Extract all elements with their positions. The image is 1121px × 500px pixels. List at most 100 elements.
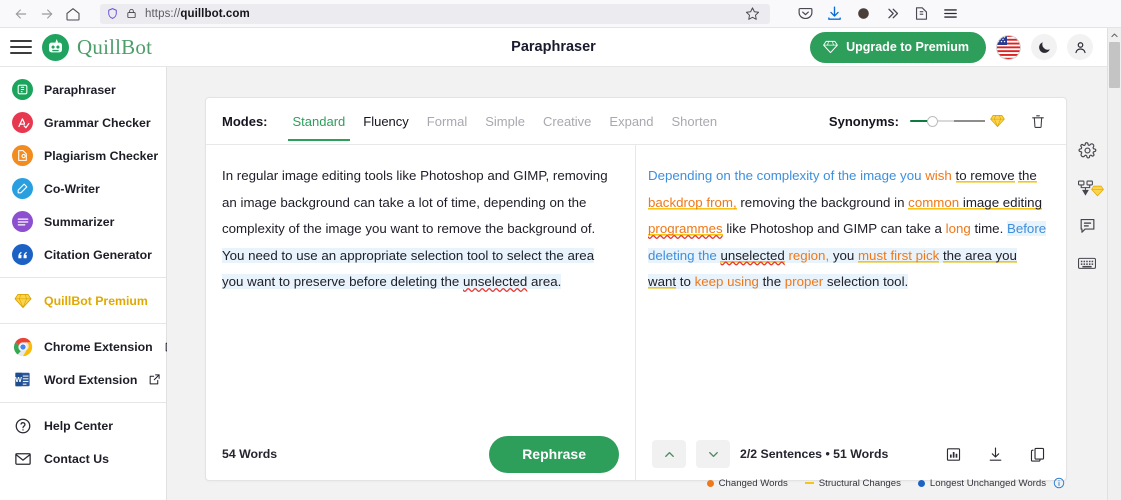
- text-segment: image editing: [962, 194, 1042, 210]
- input-footer: 54 Words Rephrase: [206, 428, 635, 480]
- legend-item: Changed Words: [706, 478, 788, 489]
- sidebar-item-plagiarism-checker[interactable]: Plagiarism Checker: [0, 139, 166, 172]
- legend: Changed Words Structural Changes Longest U…: [706, 477, 1065, 489]
- trash-icon[interactable]: [1030, 113, 1046, 130]
- synonyms-control: Synonyms:: [829, 113, 1050, 130]
- sidebar-toggle-icon[interactable]: [10, 40, 32, 54]
- account-circle-icon[interactable]: [854, 5, 872, 23]
- text-segment: to: [676, 274, 695, 289]
- upgrade-to-premium-button[interactable]: Upgrade to Premium: [810, 31, 986, 63]
- external-link-icon: [148, 373, 161, 386]
- sidebar-item-grammar-checker[interactable]: Grammar Checker: [0, 106, 166, 139]
- mode-tab-creative[interactable]: Creative: [534, 101, 600, 141]
- text-segment: keep using: [694, 274, 759, 289]
- copy-icon[interactable]: [1029, 446, 1046, 463]
- keyboard-icon[interactable]: [1077, 254, 1097, 272]
- page-scrollbar[interactable]: [1107, 28, 1121, 500]
- rephrase-button[interactable]: Rephrase: [489, 435, 619, 473]
- sidebar-item-label: Grammar Checker: [44, 115, 151, 130]
- chrome-icon: [12, 336, 33, 357]
- app-header: QuillBot Paraphraser Upgrade to Premium: [0, 28, 1107, 67]
- output-footer: 2/2 Sentences • 51 Words: [636, 428, 1066, 480]
- url-text: https://quillbot.com: [145, 7, 250, 20]
- pocket-icon[interactable]: [796, 5, 814, 23]
- person-icon[interactable]: [1067, 34, 1093, 60]
- flowchart-icon[interactable]: [1077, 179, 1104, 197]
- sidebar-item-quillbot-premium[interactable]: QuillBot Premium: [0, 284, 166, 317]
- scroll-up-arrow-icon[interactable]: [1110, 28, 1119, 42]
- text-segment: long: [945, 221, 971, 236]
- input-word-count: 54 Words: [222, 447, 278, 461]
- comment-icon[interactable]: [1078, 216, 1097, 235]
- legend-item: Structural Changes: [804, 478, 901, 489]
- next-sentence-button[interactable]: [696, 440, 730, 468]
- mode-tab-formal[interactable]: Formal: [418, 101, 476, 141]
- quillbot-robot-icon: [42, 33, 69, 61]
- mode-tab-simple[interactable]: Simple: [476, 101, 534, 141]
- chevron-double-right-icon[interactable]: [883, 5, 901, 23]
- legend-marker: [804, 481, 814, 485]
- bar-chart-icon[interactable]: [945, 446, 962, 463]
- home-icon[interactable]: [60, 3, 86, 25]
- gear-icon[interactable]: [1078, 141, 1097, 160]
- browser-toolbar: https://quillbot.com: [0, 0, 1121, 28]
- synonyms-slider[interactable]: [910, 114, 985, 128]
- back-arrow-icon[interactable]: [8, 3, 34, 25]
- mode-tab-expand[interactable]: Expand: [600, 101, 662, 141]
- hamburger-menu-icon[interactable]: [941, 5, 959, 23]
- previous-sentence-button[interactable]: [652, 440, 686, 468]
- word-icon: W: [12, 369, 33, 390]
- modes-toolbar: Modes: Standard Fluency Formal Simple Creati…: [206, 98, 1066, 145]
- text-segment: you: [829, 247, 858, 263]
- mode-tab-shorten[interactable]: Shorten: [663, 101, 727, 141]
- output-actions: [945, 446, 1050, 463]
- download-icon[interactable]: [825, 5, 843, 23]
- extensions-icon[interactable]: [912, 5, 930, 23]
- text-segment: to remove: [955, 168, 1015, 183]
- sidebar-item-label: Word Extension: [44, 372, 138, 387]
- address-bar[interactable]: https://quillbot.com: [100, 3, 770, 25]
- sidebar-item-contact-us[interactable]: Contact Us: [0, 442, 166, 475]
- legend-marker: [706, 479, 714, 487]
- sidebar-item-label: Paraphraser: [44, 82, 116, 97]
- sidebar-item-paraphraser[interactable]: Paraphraser: [0, 73, 166, 106]
- legend-marker: [917, 479, 925, 487]
- sidebar-item-summarizer[interactable]: Summarizer: [0, 205, 166, 238]
- diamond-icon: [823, 40, 838, 54]
- forward-arrow-icon[interactable]: [34, 3, 60, 25]
- text-segment: Depending on the complexity of the image…: [648, 168, 926, 183]
- sidebar-item-co-writer[interactable]: Co-Writer: [0, 172, 166, 205]
- info-circle-icon[interactable]: [1053, 477, 1065, 489]
- plagiarism-checker-icon: [12, 145, 33, 166]
- browser-toolbar-actions: [796, 5, 965, 23]
- sidebar-group: Chrome Extension W Word Extension: [0, 323, 176, 402]
- scrollbar-thumb[interactable]: [1109, 42, 1120, 88]
- sidebar-item-label: Contact Us: [44, 451, 109, 466]
- help-circle-icon: [12, 415, 33, 436]
- sidebar-item-citation-generator[interactable]: Citation Generator: [0, 238, 166, 271]
- sidebar-item-label: Co-Writer: [44, 181, 100, 196]
- mode-tab-standard[interactable]: Standard: [284, 101, 355, 141]
- mode-tab-fluency[interactable]: Fluency: [354, 101, 418, 141]
- text-segment: wish: [925, 168, 952, 183]
- sidebar-item-help-center[interactable]: Help Center: [0, 409, 166, 442]
- input-textarea[interactable]: In regular image editing tools like Phot…: [206, 145, 635, 428]
- paraphraser-card: Modes: Standard Fluency Formal Simple Creati…: [205, 97, 1067, 481]
- slider-knob[interactable]: [927, 115, 939, 127]
- us-flag-icon[interactable]: [996, 34, 1021, 60]
- upgrade-label: Upgrade to Premium: [846, 40, 969, 54]
- moon-icon[interactable]: [1031, 34, 1057, 60]
- paraphraser-icon: [12, 79, 33, 100]
- text-segment: the: [1018, 168, 1037, 183]
- sidebar-item-label: Summarizer: [44, 214, 115, 229]
- sidebar-item-word-extension[interactable]: W Word Extension: [0, 363, 166, 396]
- grammar-checker-icon: [12, 112, 33, 133]
- star-icon[interactable]: [740, 3, 764, 25]
- sidebar-item-chrome-extension[interactable]: Chrome Extension: [0, 330, 176, 363]
- output-text[interactable]: Depending on the complexity of the image…: [636, 145, 1066, 428]
- brand[interactable]: QuillBot: [42, 33, 152, 61]
- app-shell: Paraphraser Grammar Checker Plagiarism Che…: [0, 28, 1121, 500]
- shield-icon: [106, 7, 119, 20]
- download-icon[interactable]: [987, 446, 1004, 463]
- diamond-icon: [12, 290, 33, 311]
